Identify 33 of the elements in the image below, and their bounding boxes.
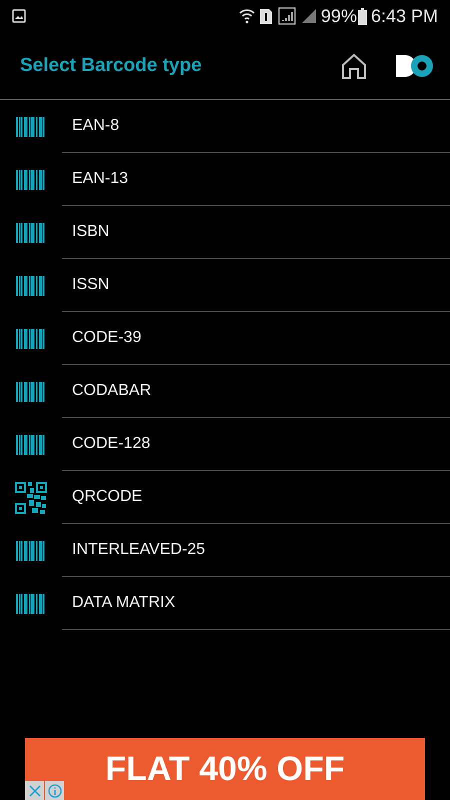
barcode-type-item[interactable]: EAN-8 — [62, 100, 450, 153]
info-icon[interactable] — [44, 781, 64, 800]
image-icon — [12, 9, 26, 23]
wifi-icon — [238, 8, 255, 24]
sim-icon — [258, 8, 273, 24]
ad-headline: FLAT 40% OFF — [105, 750, 345, 788]
barcode-type-item[interactable]: DATA MATRIX — [62, 577, 450, 630]
barcode-icon — [16, 540, 46, 560]
close-icon[interactable] — [25, 781, 44, 800]
barcode-icon — [16, 222, 46, 242]
barcode-icon — [16, 594, 46, 614]
barcode-type-item[interactable]: ISSN — [62, 259, 450, 312]
barcode-type-item[interactable]: CODABAR — [62, 365, 450, 418]
barcode-icon — [16, 328, 46, 348]
signal-icon — [278, 7, 296, 25]
qr-code-icon — [15, 482, 47, 514]
barcode-icon — [16, 382, 46, 402]
barcode-type-item[interactable]: CODE-39 — [62, 312, 450, 365]
battery-percent: 99% — [320, 6, 357, 26]
screen-title: Select Barcode type — [20, 54, 203, 76]
clock: 6:43 PM — [370, 6, 438, 26]
home-icon[interactable] — [340, 52, 368, 80]
barcode-type-item[interactable]: INTERLEAVED-25 — [62, 524, 450, 577]
signal-icon — [300, 8, 317, 24]
battery-icon — [358, 8, 367, 24]
barcode-type-item[interactable]: ISBN — [62, 206, 450, 259]
barcode-type-item[interactable]: CODE-128 — [62, 418, 450, 471]
barcode-type-item[interactable]: EAN-13 — [62, 153, 450, 206]
barcode-icon — [16, 170, 46, 190]
barcode-icon — [16, 434, 46, 454]
barcode-type-item[interactable]: QRCODE — [62, 471, 450, 524]
barcode-icon — [16, 276, 46, 296]
barcode-icon — [16, 116, 46, 136]
